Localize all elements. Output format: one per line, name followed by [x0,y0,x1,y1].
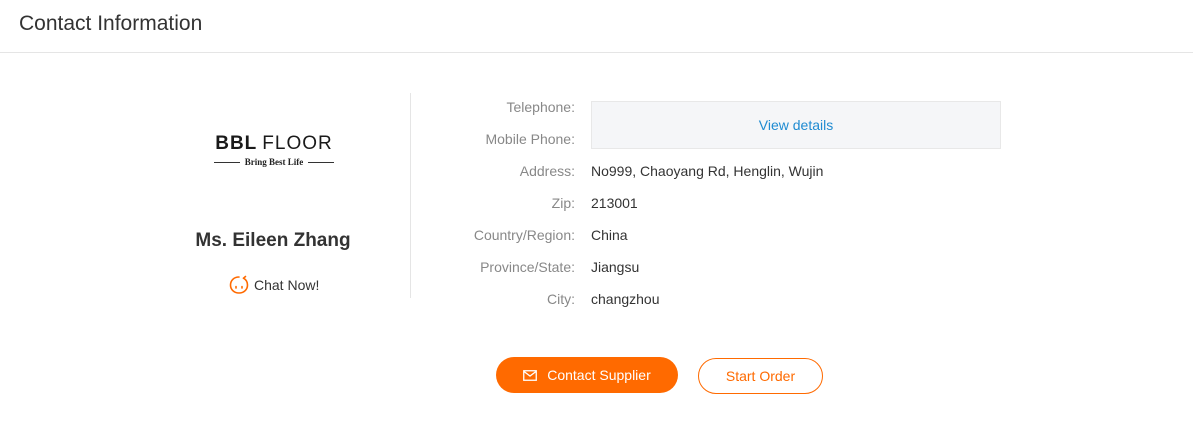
chat-now-link[interactable]: Chat Now! [228,274,319,296]
province-label: Province/State: [480,259,575,275]
supplier-card: BBL FLOOR Bring Best Life Ms. Eileen Zha… [140,93,411,298]
chat-face-icon [229,275,249,294]
view-details-box: View details [591,101,1001,149]
address-value: No999, Chaoyang Rd, Henglin, Wujin [591,163,824,179]
chat-now-label: Chat Now! [254,277,320,293]
country-row: Country/Region: China [440,221,1040,253]
logo-brand: BBL [215,133,258,154]
province-value: Jiangsu [591,259,640,275]
view-details-link[interactable]: View details [759,117,833,133]
city-label: City: [547,291,575,307]
city-value: changzhou [591,291,660,307]
contact-supplier-button[interactable]: Contact Supplier [496,357,678,393]
country-value: China [591,227,628,243]
logo-word: FLOOR [262,133,333,154]
zip-label: Zip: [551,195,575,211]
mobile-phone-label: Mobile Phone: [485,131,575,147]
logo-tagline: Bring Best Life [244,157,304,167]
section-header: Contact Information [0,0,1193,53]
logo-divider-left [214,161,240,163]
start-order-button[interactable]: Start Order [698,358,823,394]
city-row: City: changzhou [440,285,1040,317]
page-title: Contact Information [19,12,203,35]
province-row: Province/State: Jiangsu [440,253,1040,285]
logo-divider-right [308,161,334,163]
logo-tagline-row: Bring Best Life [214,156,334,168]
company-logo: BBL FLOOR Bring Best Life [214,133,334,169]
contact-person-name: Ms. Eileen Zhang [195,230,351,251]
start-order-label: Start Order [725,368,796,384]
logo-wordmark: BBL FLOOR [214,133,334,155]
telephone-label: Telephone: [506,99,575,115]
zip-value: 213001 [591,195,638,211]
zip-row: Zip: 213001 [440,189,1040,221]
contact-supplier-label: Contact Supplier [547,367,651,383]
address-row: Address: No999, Chaoyang Rd, Henglin, Wu… [440,157,1040,189]
mail-icon [523,369,538,381]
country-label: Country/Region: [473,227,575,243]
address-label: Address: [519,163,575,179]
